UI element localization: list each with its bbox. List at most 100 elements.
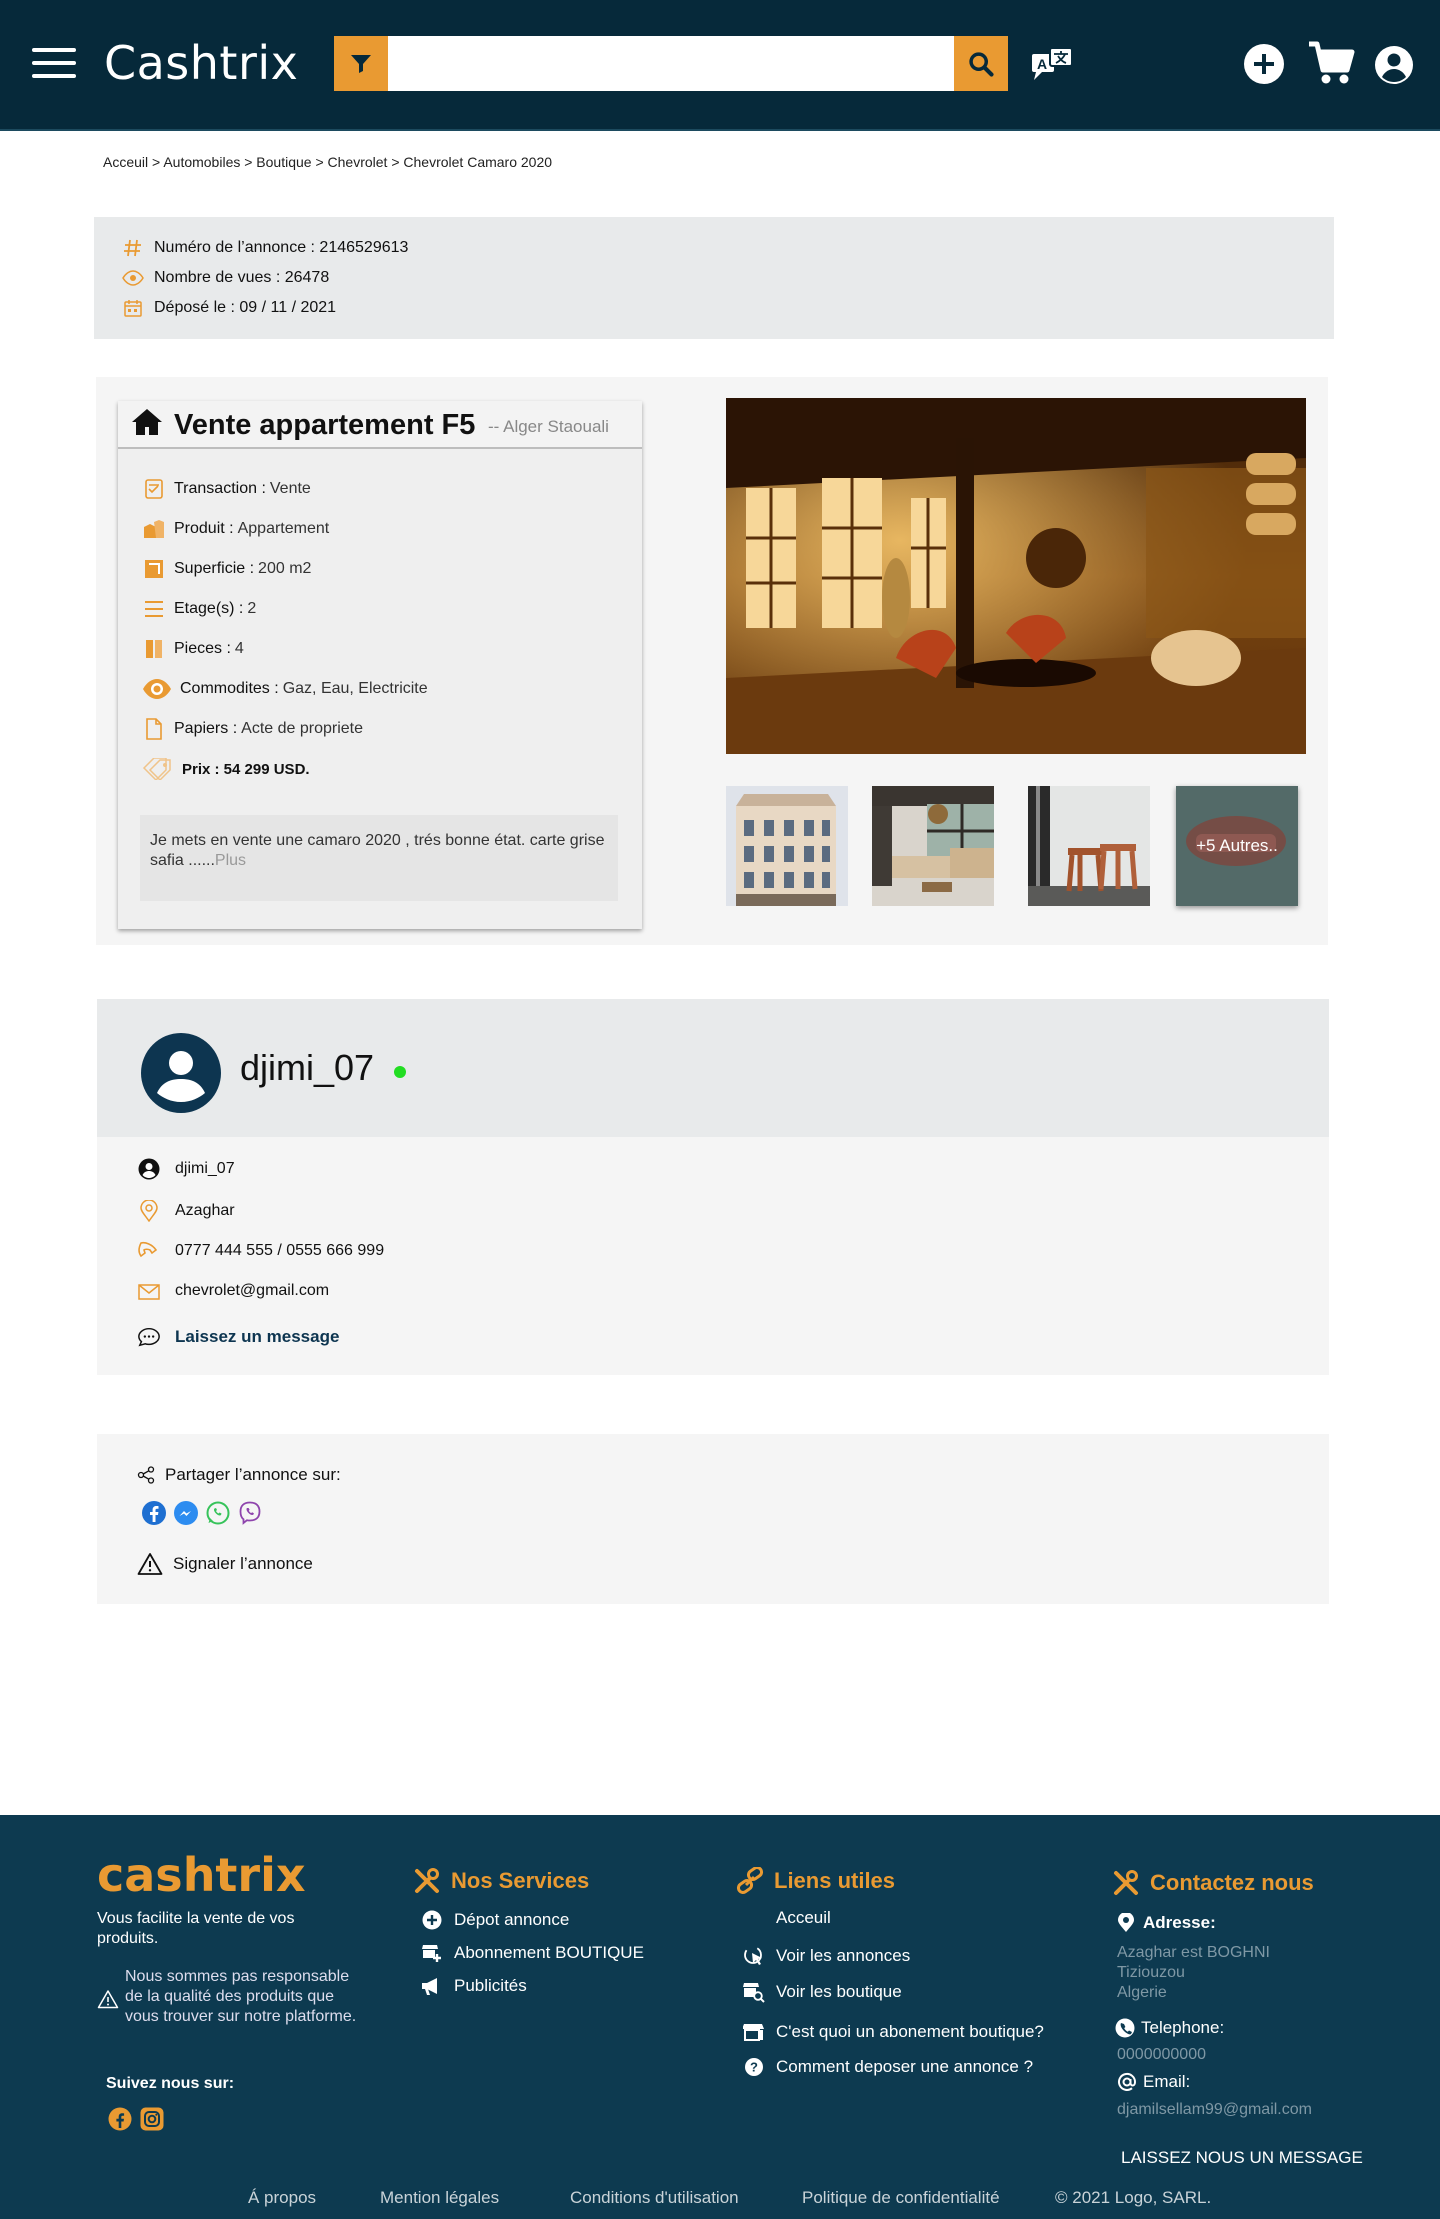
- main-photo[interactable]: [726, 398, 1306, 754]
- warning-icon: [97, 1967, 119, 2027]
- contact-message-button[interactable]: LAISSEZ NOUS UN MESSAGE: [1121, 2148, 1363, 2168]
- plus-circle-icon: [420, 1909, 444, 1931]
- seller-username: djimi_07: [137, 1157, 235, 1181]
- link-shops[interactable]: Voir les boutique: [742, 1981, 902, 2003]
- cart-button[interactable]: [1307, 40, 1355, 86]
- user-circle-icon: [137, 1157, 161, 1181]
- phone-value[interactable]: 0000000000: [1117, 2045, 1206, 2065]
- brand-logo[interactable]: Cashtrix: [104, 36, 298, 90]
- listing-number: Numéro de l’annonce : 2146529613: [122, 237, 408, 259]
- service-ads-link[interactable]: Publicités: [420, 1975, 527, 1997]
- service-deposit-link[interactable]: Dépot annonce: [420, 1909, 569, 1931]
- listing-card: Vente appartement F5 -- Alger Staouali T…: [118, 401, 642, 929]
- footer-about-link[interactable]: Á propos: [248, 2188, 316, 2208]
- viber-icon[interactable]: [237, 1500, 263, 1526]
- menu-icon[interactable]: [32, 48, 76, 80]
- location-pin-icon: [1117, 1913, 1137, 1933]
- mail-icon: [137, 1279, 161, 1303]
- search-icon: [969, 51, 994, 77]
- listing-views: Nombre de vues : 26478: [122, 267, 329, 289]
- email-label: Email:: [1117, 2072, 1190, 2092]
- eye-icon: [122, 267, 144, 289]
- contact-title: Contactez nous: [1112, 1869, 1314, 1897]
- seller-header: djimi_07: [97, 999, 1329, 1137]
- document-icon: [142, 717, 166, 741]
- share-icon: [137, 1466, 155, 1484]
- attr-amenities: Commodites : Gaz, Eau, Electricite: [142, 677, 428, 701]
- search-button[interactable]: [954, 36, 1008, 91]
- listing-location: -- Alger Staouali: [488, 417, 609, 436]
- filter-button[interactable]: [334, 36, 388, 91]
- link-subscription-info[interactable]: C'est quoi un abonement boutique?: [742, 2021, 1044, 2043]
- phone-icon: [137, 1239, 161, 1263]
- translate-icon: A: [1032, 47, 1073, 80]
- follow-label: Suivez nous sur:: [106, 2075, 235, 2092]
- link-icon: [736, 1867, 764, 1895]
- plus-circle-icon: [1244, 44, 1284, 84]
- links-title: Liens utiles: [736, 1867, 895, 1895]
- megaphone-icon: [420, 1975, 444, 1997]
- email-value[interactable]: djamilsellam99@gmail.com: [1117, 2100, 1312, 2120]
- thumbnail-stools[interactable]: [1028, 786, 1150, 906]
- search-input[interactable]: [388, 36, 954, 91]
- link-home[interactable]: Acceuil: [776, 1908, 831, 1928]
- seller-phone[interactable]: 0777 444 555 / 0555 666 999: [137, 1239, 384, 1263]
- facebook-icon[interactable]: [108, 2107, 132, 2131]
- footer-brand[interactable]: cashtrix: [97, 1848, 306, 1902]
- add-listing-button[interactable]: [1243, 43, 1285, 85]
- pointer-click-icon: [742, 1945, 766, 1967]
- attr-transaction: Transaction : Vente: [142, 477, 311, 501]
- footer-terms-link[interactable]: Conditions d'utilisation: [570, 2188, 739, 2208]
- services-title: Nos Services: [413, 1867, 589, 1895]
- seller-city: Azaghar: [137, 1199, 235, 1223]
- home-icon: [130, 407, 164, 437]
- share-label: Partager l’annonce sur:: [137, 1465, 341, 1485]
- facebook-icon[interactable]: [141, 1500, 167, 1526]
- instagram-icon[interactable]: [140, 2107, 164, 2131]
- cart-icon: [1309, 41, 1355, 84]
- breadcrumb[interactable]: Acceuil > Automobiles > Boutique > Chevr…: [103, 154, 552, 170]
- at-sign-icon: [1117, 2072, 1137, 2092]
- share-section: Partager l’annonce sur: Signaler l’annon…: [97, 1434, 1329, 1604]
- footer-legal-link[interactable]: Mention légales: [380, 2188, 499, 2208]
- area-icon: [142, 557, 166, 581]
- footer-privacy-link[interactable]: Politique de confidentialité: [802, 2188, 1000, 2208]
- read-more-link[interactable]: Plus: [215, 852, 246, 869]
- svg-text:A: A: [1037, 56, 1047, 72]
- store-search-icon: [742, 1981, 766, 2003]
- whatsapp-icon[interactable]: [205, 1500, 231, 1526]
- tools-icon: [1112, 1869, 1140, 1897]
- floors-icon: [142, 597, 166, 621]
- messenger-icon[interactable]: [173, 1500, 199, 1526]
- seller-email[interactable]: chevrolet@gmail.com: [137, 1279, 329, 1303]
- chat-bubble-icon: [137, 1325, 161, 1349]
- thumbnail-living-room[interactable]: [872, 786, 994, 906]
- box-icon: [142, 517, 166, 541]
- footer-copyright: © 2021 Logo, SARL.: [1055, 2188, 1212, 2207]
- address-label: Adresse:: [1117, 1913, 1216, 1933]
- leave-message-link[interactable]: Laissez un message: [137, 1325, 339, 1349]
- hash-icon: [122, 237, 144, 259]
- attr-area: Superficie :200 m2: [142, 557, 311, 581]
- translate-button[interactable]: A: [1030, 44, 1074, 84]
- store-plus-icon: [420, 1942, 444, 1964]
- user-circle-icon: [1375, 46, 1413, 84]
- link-listings[interactable]: Voir les annonces: [742, 1945, 910, 1967]
- seller-section: djimi_07 djimi_07 Azaghar 0777 444 555 /…: [97, 999, 1329, 1375]
- avatar[interactable]: [141, 1033, 221, 1113]
- footer: cashtrix Vous facilite la vente de vos p…: [0, 1815, 1440, 2219]
- phone-label: Telephone:: [1115, 2018, 1224, 2038]
- attr-rooms: Pieces :4: [142, 637, 244, 661]
- thumbnail-building[interactable]: [726, 786, 848, 906]
- footer-disclaimer: Nous sommes pas responsable de la qualit…: [97, 1967, 367, 2027]
- footer-tagline: Vous facilite la vente de vos produits.: [97, 1910, 295, 1947]
- seller-name: djimi_07: [240, 1047, 375, 1088]
- account-button[interactable]: [1374, 45, 1414, 85]
- service-subscription-link[interactable]: Abonnement BOUTIQUE: [420, 1942, 644, 1964]
- thumbnail-more-photos[interactable]: +5 Autres..: [1176, 786, 1298, 906]
- question-circle-icon: ?: [742, 2056, 766, 2078]
- link-how-to-post[interactable]: ? Comment deposer une annonce ?: [742, 2056, 1033, 2078]
- filter-icon: [351, 54, 371, 73]
- attr-price: Prix : 54 299 USD.: [142, 757, 310, 781]
- report-listing-link[interactable]: Signaler l’annonce: [137, 1552, 313, 1576]
